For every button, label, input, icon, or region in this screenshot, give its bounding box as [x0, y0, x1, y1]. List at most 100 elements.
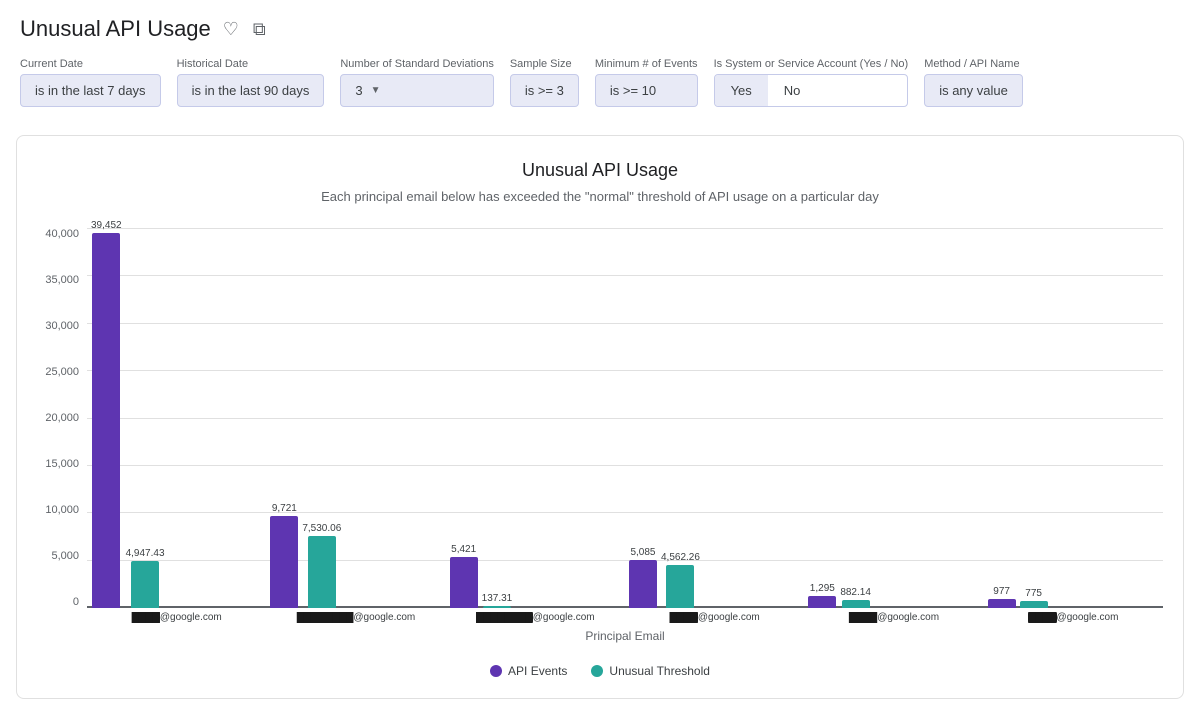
chevron-down-icon: ▼: [371, 85, 381, 96]
chart-area: 40,00035,00030,00025,00020,00015,00010,0…: [37, 228, 1163, 648]
copy-button[interactable]: ⧉: [251, 17, 268, 42]
y-axis-label: 0: [73, 596, 79, 608]
purple-bar-wrap: 9,721: [270, 503, 298, 608]
teal-bar-wrap: 882.14: [840, 587, 871, 608]
current-date-label: Current Date: [20, 58, 161, 70]
system-account-filter: Is System or Service Account (Yes / No) …: [714, 58, 909, 107]
chart-subtitle: Each principal email below has exceeded …: [37, 189, 1163, 204]
redacted-email-prefix: ████: [1028, 612, 1056, 623]
y-axis-label: 35,000: [45, 274, 79, 286]
bar-group: 5,085 4,562.26: [629, 547, 800, 608]
purple-bar-wrap: 39,452: [91, 220, 122, 608]
redacted-email-prefix: ████████: [297, 612, 354, 623]
api-events-bar[interactable]: [988, 599, 1016, 608]
x-axis-label: ████@google.com: [629, 612, 800, 623]
sample-size-value[interactable]: is >= 3: [510, 74, 579, 107]
bar-pair: 1,295 882.14: [808, 583, 979, 608]
bar-threshold-value-label: 137.31: [482, 593, 513, 604]
email-domain: @google.com: [1057, 612, 1119, 623]
legend-purple-dot: [490, 665, 502, 677]
sample-size-filter: Sample Size is >= 3: [510, 58, 579, 107]
bar-group: 9,721 7,530.06: [270, 503, 441, 608]
y-axis-label: 25,000: [45, 366, 79, 378]
bar-api-value-label: 9,721: [272, 503, 297, 514]
bar-api-value-label: 5,085: [630, 547, 655, 558]
redacted-email-prefix: ████: [132, 612, 160, 623]
api-events-bar[interactable]: [92, 233, 120, 608]
system-account-yes[interactable]: Yes: [715, 75, 768, 106]
y-axis-label: 15,000: [45, 458, 79, 470]
redacted-email-prefix: ████: [670, 612, 698, 623]
email-domain: @google.com: [698, 612, 760, 623]
x-axis-title: Principal Email: [87, 629, 1163, 643]
bar-pair: 977 775: [988, 586, 1159, 608]
legend: API Events Unusual Threshold: [37, 664, 1163, 678]
bar-group: 39,452 4,947.43: [91, 220, 262, 608]
unusual-threshold-bar[interactable]: [1020, 601, 1048, 608]
current-date-value[interactable]: is in the last 7 days: [20, 74, 161, 107]
teal-bar-wrap: 7,530.06: [302, 523, 341, 608]
historical-date-value[interactable]: is in the last 90 days: [177, 74, 325, 107]
bar-api-value-label: 5,421: [451, 544, 476, 555]
bar-api-value-label: 39,452: [91, 220, 122, 231]
legend-unusual-threshold: Unusual Threshold: [591, 664, 710, 678]
bar-threshold-value-label: 4,947.43: [126, 548, 165, 559]
page-title: Unusual API Usage: [20, 16, 211, 42]
teal-bar-wrap: 775: [1020, 588, 1048, 608]
api-events-bar[interactable]: [629, 560, 657, 608]
purple-bar-wrap: 5,421: [450, 544, 478, 608]
system-account-label: Is System or Service Account (Yes / No): [714, 58, 909, 70]
bar-group: 977 775: [988, 586, 1159, 608]
sample-size-label: Sample Size: [510, 58, 579, 70]
api-events-bar[interactable]: [270, 516, 298, 608]
legend-api-events: API Events: [490, 664, 567, 678]
std-deviations-dropdown[interactable]: 3 ▼: [340, 74, 493, 107]
method-api-label: Method / API Name: [924, 58, 1023, 70]
unusual-threshold-bar[interactable]: [131, 561, 159, 608]
legend-api-events-label: API Events: [508, 664, 567, 678]
bar-group: 1,295 882.14: [808, 583, 979, 608]
bar-pair: 5,421 137.31: [450, 544, 621, 608]
api-events-bar[interactable]: [450, 557, 478, 608]
min-events-value[interactable]: is >= 10: [595, 74, 698, 107]
unusual-threshold-bar[interactable]: [666, 565, 694, 608]
min-events-label: Minimum # of Events: [595, 58, 698, 70]
legend-unusual-threshold-label: Unusual Threshold: [609, 664, 710, 678]
teal-bar-wrap: 137.31: [482, 593, 513, 608]
x-axis-label: ████████@google.com: [270, 612, 441, 623]
favorite-button[interactable]: ♡: [221, 17, 241, 42]
historical-date-filter: Historical Date is in the last 90 days: [177, 58, 325, 107]
filters-bar: Current Date is in the last 7 days Histo…: [20, 58, 1180, 119]
unusual-threshold-bar[interactable]: [483, 606, 511, 608]
redacted-email-prefix: ████: [849, 612, 877, 623]
bar-threshold-value-label: 4,562.26: [661, 552, 700, 563]
purple-bar-wrap: 1,295: [808, 583, 836, 608]
x-axis-label: ████████@google.com: [450, 612, 621, 623]
api-events-bar[interactable]: [808, 596, 836, 608]
bar-pair: 39,452 4,947.43: [91, 220, 262, 608]
system-account-no[interactable]: No: [768, 75, 817, 106]
unusual-threshold-bar[interactable]: [308, 536, 336, 608]
chart-inner: 39,4524,947.439,7217,530.065,421137.315,…: [87, 228, 1163, 648]
std-deviations-filter: Number of Standard Deviations 3 ▼: [340, 58, 493, 107]
redacted-email-prefix: ████████: [476, 612, 533, 623]
bar-api-value-label: 1,295: [810, 583, 835, 594]
bar-api-value-label: 977: [993, 586, 1010, 597]
historical-date-label: Historical Date: [177, 58, 325, 70]
y-axis-label: 5,000: [51, 550, 79, 562]
x-axis-label: ████@google.com: [91, 612, 262, 623]
current-date-filter: Current Date is in the last 7 days: [20, 58, 161, 107]
method-api-value[interactable]: is any value: [924, 74, 1023, 107]
y-axis-label: 40,000: [45, 228, 79, 240]
y-axis-label: 10,000: [45, 504, 79, 516]
email-domain: @google.com: [353, 612, 415, 623]
unusual-threshold-bar[interactable]: [842, 600, 870, 608]
purple-bar-wrap: 977: [988, 586, 1016, 608]
std-deviations-value: 3: [355, 83, 362, 98]
purple-bar-wrap: 5,085: [629, 547, 657, 608]
method-api-filter: Method / API Name is any value: [924, 58, 1023, 107]
bar-pair: 9,721 7,530.06: [270, 503, 441, 608]
bar-threshold-value-label: 775: [1025, 588, 1042, 599]
x-axis-label: ████@google.com: [808, 612, 979, 623]
system-account-toggle: Yes No: [714, 74, 909, 107]
